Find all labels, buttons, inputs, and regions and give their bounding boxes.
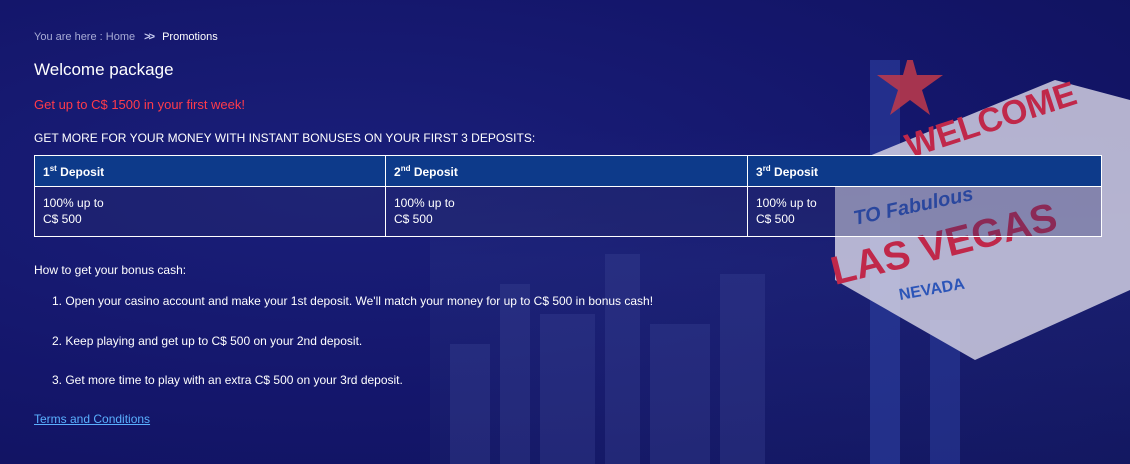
howto-title: How to get your bonus cash: xyxy=(34,263,187,277)
offer-headline: Get up to C$ 1500 in your first week! xyxy=(34,97,245,112)
las-vegas-sign-image: WELCOME TO Fabulous LAS VEGAS NEVADA xyxy=(827,60,1130,464)
step-2: 2. Keep playing and get up to C$ 500 on … xyxy=(52,334,363,348)
deposit-2-header: 2nd Deposit xyxy=(385,155,748,187)
page-title: Welcome package xyxy=(34,60,174,79)
deposit-2-value: 100% up to C$ 500 xyxy=(385,186,748,237)
terms-and-conditions-link[interactable]: Terms and Conditions xyxy=(34,412,150,426)
breadcrumb-separator-icon: >> xyxy=(144,31,155,43)
deposit-3-value: 100% up to C$ 500 xyxy=(747,186,1102,237)
deposit-1-header: 1st Deposit xyxy=(34,155,386,187)
deposit-1-value: 100% up to C$ 500 xyxy=(34,186,386,237)
breadcrumb-current: Promotions xyxy=(162,31,218,43)
table-header-row: 1st Deposit 2nd Deposit 3rd Deposit xyxy=(34,155,1102,187)
breadcrumb: You are here : Home >> Promotions xyxy=(34,31,218,43)
step-3: 3. Get more time to play with an extra C… xyxy=(52,373,403,387)
breadcrumb-prefix: You are here : xyxy=(34,31,103,43)
table-row: 100% up to C$ 500 100% up to C$ 500 100% u… xyxy=(34,186,1102,237)
deposit-bonus-table: 1st Deposit 2nd Deposit 3rd Deposit 100%… xyxy=(34,155,1102,237)
step-1: 1. Open your casino account and make you… xyxy=(52,294,654,308)
breadcrumb-home-link[interactable]: Home xyxy=(106,31,135,43)
deposits-subheading: GET MORE FOR YOUR MONEY WITH INSTANT BON… xyxy=(34,131,536,145)
deposit-3-header: 3rd Deposit xyxy=(747,155,1102,187)
